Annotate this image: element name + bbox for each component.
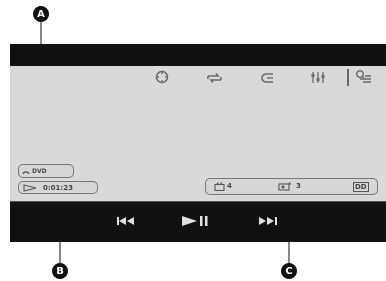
shuffle-icon[interactable] (260, 72, 276, 84)
play-status-icon (23, 183, 37, 192)
player-screen: DVD 0:01:23 4 3 DD (10, 44, 386, 242)
audio-format-badge: DD (353, 182, 369, 192)
previous-track-button[interactable] (116, 210, 136, 232)
disc-type-label: DVD (32, 167, 47, 175)
callout-c: C (281, 263, 297, 279)
playback-status: 0:01:23 (18, 181, 98, 194)
title-count: 4 (227, 182, 232, 190)
callout-b: B (52, 263, 68, 279)
disc-type-indicator: DVD (18, 164, 74, 178)
options-menu-icon[interactable] (354, 69, 372, 85)
top-bar (10, 44, 386, 66)
elapsed-time: 0:01:23 (43, 183, 73, 192)
play-pause-button[interactable] (180, 210, 210, 232)
focus-icon[interactable] (155, 70, 169, 84)
next-track-button[interactable] (258, 210, 278, 232)
title-icon (214, 182, 225, 191)
disc-icon (22, 171, 30, 175)
disc-info-panel: 4 3 DD (205, 178, 378, 195)
chapter-icon (278, 182, 292, 191)
divider (347, 69, 349, 86)
repeat-icon[interactable] (206, 72, 223, 84)
chapter-number: 3 (296, 182, 301, 190)
settings-sliders-icon[interactable] (310, 70, 326, 85)
callout-a: A (33, 6, 49, 22)
